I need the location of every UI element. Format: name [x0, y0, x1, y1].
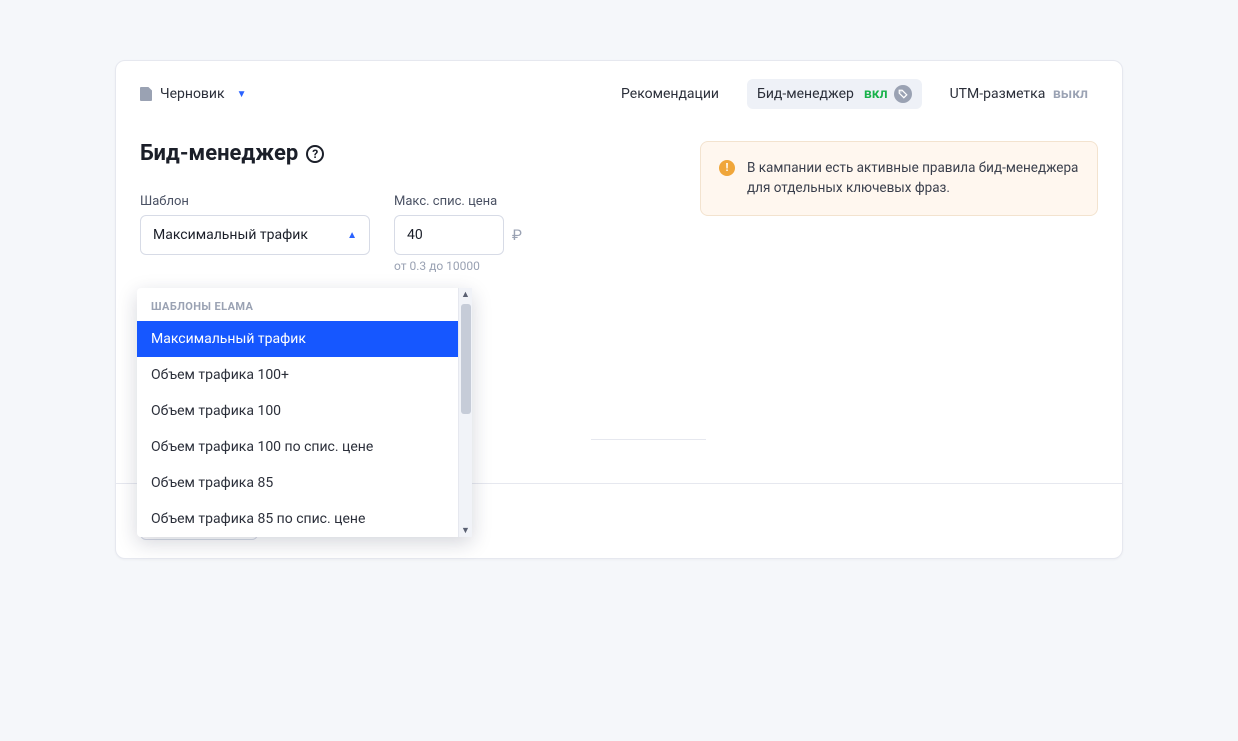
topbar: Черновик ▼ Рекомендации Бид-менеджер вкл…	[116, 61, 1122, 121]
tab-utm-label: UTM-разметка	[950, 86, 1046, 102]
scroll-thumb[interactable]	[461, 304, 471, 414]
tab-bidmanager-status: вкл	[864, 86, 888, 102]
dropdown-item[interactable]: Объем трафика 100 по спис. цене	[137, 429, 458, 465]
template-select[interactable]: Максимальный трафик ▲	[140, 215, 370, 255]
scroll-up-icon[interactable]: ▲	[459, 289, 472, 300]
scroll-down-icon[interactable]: ▼	[459, 525, 472, 536]
dropdown-item[interactable]: Максимальный трафик	[137, 321, 458, 357]
divider	[591, 439, 706, 440]
dropdown-scrollbar[interactable]: ▲ ▼	[458, 288, 472, 537]
template-dropdown: ШАБЛОНЫ ELAMA Максимальный трафик Объем …	[137, 288, 472, 537]
tab-recommendations[interactable]: Рекомендации	[611, 80, 729, 108]
currency-symbol: ₽	[512, 226, 522, 244]
chevron-down-icon: ▼	[237, 89, 247, 100]
dropdown-item[interactable]: Объем трафика 100	[137, 393, 458, 429]
chevron-up-icon: ▲	[347, 230, 357, 241]
warning-icon: !	[719, 160, 735, 176]
tab-utm[interactable]: UTM-разметка выкл	[940, 80, 1098, 108]
template-select-value: Максимальный трафик	[153, 227, 308, 243]
tab-bidmanager-label: Бид-менеджер	[757, 86, 854, 102]
document-icon	[140, 87, 152, 101]
price-label: Макс. спис. цена	[394, 194, 522, 209]
draft-label: Черновик	[160, 86, 225, 102]
dropdown-header: ШАБЛОНЫ ELAMA	[137, 288, 458, 321]
price-hint: от 0.3 до 10000	[394, 259, 660, 273]
left-column: Бид-менеджер ? Шаблон Максимальный трафи…	[140, 141, 660, 273]
price-input[interactable]: 40	[394, 215, 504, 255]
price-value: 40	[407, 227, 423, 243]
draft-breadcrumb[interactable]: Черновик ▼	[140, 86, 247, 102]
tab-utm-status: выкл	[1053, 86, 1088, 102]
page-title: Бид-менеджер	[140, 141, 298, 166]
dropdown-item[interactable]: Объем трафика 100+	[137, 357, 458, 393]
template-label: Шаблон	[140, 194, 370, 209]
body: Бид-менеджер ? Шаблон Максимальный трафи…	[116, 121, 1122, 273]
info-text: В кампании есть активные правила бид-мен…	[747, 158, 1079, 199]
help-icon[interactable]: ?	[306, 145, 324, 163]
dropdown-list: ШАБЛОНЫ ELAMA Максимальный трафик Объем …	[137, 288, 458, 537]
tag-icon	[894, 85, 912, 103]
tab-bidmanager[interactable]: Бид-менеджер вкл	[747, 79, 922, 109]
dropdown-item[interactable]: Объем трафика 85	[137, 465, 458, 501]
info-banner: ! В кампании есть активные правила бид-м…	[700, 141, 1098, 216]
dropdown-item[interactable]: Объем трафика 85 по спис. цене	[137, 501, 458, 537]
